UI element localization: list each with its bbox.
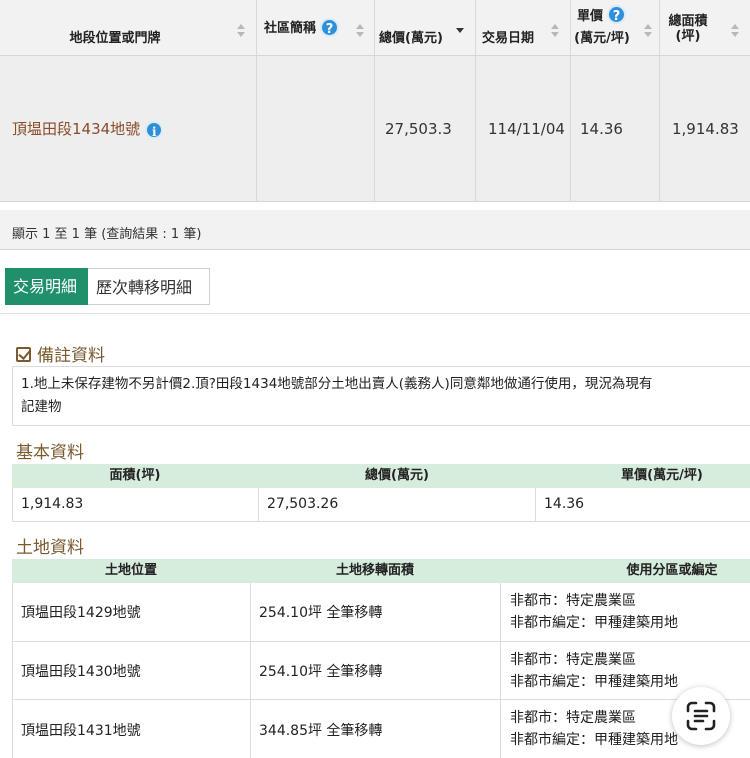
sort-arrows-icon[interactable] [236,24,246,38]
table-row: 頂塭田段1431地號 [12,700,251,758]
cell-total-price: 27,503.3 [375,56,476,201]
sort-arrows-icon[interactable] [730,24,740,38]
land-area: 254.10坪 全筆移轉 [259,605,383,621]
col-header-date-label: 交易日期 [481,31,534,46]
land-zone: 非都市：特定農業區 非都市編定：甲種建築用地 [510,649,678,693]
land-table: 土地位置 土地移轉面積 使用分區或編定 頂塭田段1429地號 254.10坪 全… [12,559,750,758]
table-row[interactable]: 頂塭田段1434地號 i 27,503.3 114/11/04 14.36 1,… [0,56,750,202]
total-price-value: 27,503.3 [385,120,452,138]
sort-arrows-icon[interactable] [355,24,365,38]
tab-divider [0,313,750,314]
land-zone-2: 非都市編定：甲種建築用地 [510,674,678,690]
basic-unit-value: 14.36 [544,496,585,512]
basic-area-cell: 1,914.83 [12,488,259,522]
land-header-area: 土地移轉面積 [335,563,414,578]
results-table: 地段位置或門牌 社區簡稱 ? 總價(萬元) 交易日期 單價 ? (萬元/坪) 總… [0,0,750,202]
unit-price-value: 14.36 [580,120,623,138]
land-zone-1: 非都市：特定農業區 [510,710,636,726]
remarks-line-1: 1.地上未保存建物不另計價2.頂?田段1434地號部分土地出賣人(義務人)同意鄰… [21,376,653,392]
col-header-area-label: 總面積 [668,14,708,29]
land-header-row: 土地位置 土地移轉面積 使用分區或編定 [12,559,750,583]
col-header-total-price-label: 總價(萬元) [379,31,443,46]
location-wrap: 頂塭田段1434地號 i [12,56,164,202]
basic-total-cell: 27,503.26 [259,488,536,522]
remarks-box: 1.地上未保存建物不另計價2.頂?田段1434地號部分土地出賣人(義務人)同意鄰… [12,366,750,426]
question-circle-icon[interactable]: ? [607,5,626,24]
col-header-date[interactable]: 交易日期 [476,0,571,55]
basic-unit-cell: 14.36 [536,488,750,522]
col-header-location[interactable]: 地段位置或門牌 [0,0,257,55]
remarks-title: 備註資料 [37,346,105,366]
remarks-title-wrap: 備註資料 [16,341,105,366]
cell-community [257,56,375,201]
land-header-location: 土地位置 [104,563,157,578]
text-scan-icon [686,701,716,731]
text-scan-button[interactable] [672,687,730,745]
basic-total-value: 27,503.26 [267,496,339,512]
results-header-row: 地段位置或門牌 社區簡稱 ? 總價(萬元) 交易日期 單價 ? (萬元/坪) 總… [0,0,750,56]
land-zone-2: 非都市編定：甲種建築用地 [510,615,678,631]
land-zone-2: 非都市編定：甲種建築用地 [510,732,678,748]
basic-table: 面積(坪) 總價(萬元) 單價(萬元/坪) 1,914.83 27,503.26… [12,464,750,522]
land-title: 土地資料 [16,538,84,558]
date-value: 114/11/04 [488,120,565,138]
col-header-unit-price-unit: (萬元/坪) [574,31,630,46]
sort-arrows-icon[interactable] [550,24,560,38]
land-location: 頂塭田段1430地號 [21,664,141,680]
basic-header-row: 面積(坪) 總價(萬元) 單價(萬元/坪) [12,464,750,488]
land-zone-1: 非都市：特定農業區 [510,593,636,609]
tab-transaction-detail[interactable]: 交易明細 [5,268,88,305]
land-zone: 非都市：特定農業區 非都市編定：甲種建築用地 [510,590,678,634]
land-area-cell: 344.85坪 全筆移轉 [251,700,501,758]
table-row: 頂塭田段1430地號 [12,642,251,700]
sort-arrows-icon[interactable] [643,24,653,38]
basic-header-total: 總價(萬元) [365,468,429,483]
land-location: 頂塭田段1429地號 [21,605,141,621]
checkbox-icon [16,347,31,362]
col-header-unit-price-label: 單價 [576,9,603,24]
col-header-unit-price[interactable]: 單價 ? (萬元/坪) [571,0,660,55]
info-circle-icon[interactable]: i [145,120,164,139]
remarks-line-2: 記建物 [21,399,62,415]
land-zone: 非都市：特定農業區 非都市編定：甲種建築用地 [510,707,678,751]
location-link[interactable]: 頂塭田段1434地號 [12,120,140,138]
col-header-area-unit: (坪) [675,29,701,44]
cell-date: 114/11/04 [476,56,571,201]
area-value: 1,914.83 [672,120,739,138]
land-area: 254.10坪 全筆移轉 [259,664,383,680]
cell-unit-price: 14.36 [571,56,660,201]
basic-area-value: 1,914.83 [21,496,84,512]
basic-header-unit: 單價(萬元/坪) [621,468,703,483]
cell-location: 頂塭田段1434地號 i [0,56,257,201]
land-location: 頂塭田段1431地號 [21,723,141,739]
table-row: 頂塭田段1429地號 [12,583,251,642]
tab-transfer-history[interactable]: 歷次轉移明細 [88,268,210,305]
col-header-community[interactable]: 社區簡稱 ? [257,0,375,55]
cell-area: 1,914.83 [660,56,750,201]
col-header-total-price[interactable]: 總價(萬元) [375,0,476,55]
basic-header-area: 面積(坪) [109,468,161,483]
land-area: 344.85坪 全筆移轉 [259,723,383,739]
land-zone-cell: 非都市：特定農業區 非都市編定：甲種建築用地 [501,583,750,642]
col-header-community-label: 社區簡稱 [263,21,316,36]
land-area-cell: 254.10坪 全筆移轉 [251,642,501,700]
sort-desc-icon[interactable] [455,24,465,38]
basic-title: 基本資料 [16,443,84,463]
land-zone-1: 非都市：特定農業區 [510,652,636,668]
question-circle-icon[interactable]: ? [320,18,339,37]
result-count: 顯示 1 至 1 筆 (查詢結果 : 1 筆) [0,210,750,250]
col-header-area[interactable]: 總面積 (坪) [660,0,750,55]
land-header-zone: 使用分區或編定 [626,563,718,578]
land-area-cell: 254.10坪 全筆移轉 [251,583,501,642]
col-header-location-label: 地段位置或門牌 [69,31,161,46]
